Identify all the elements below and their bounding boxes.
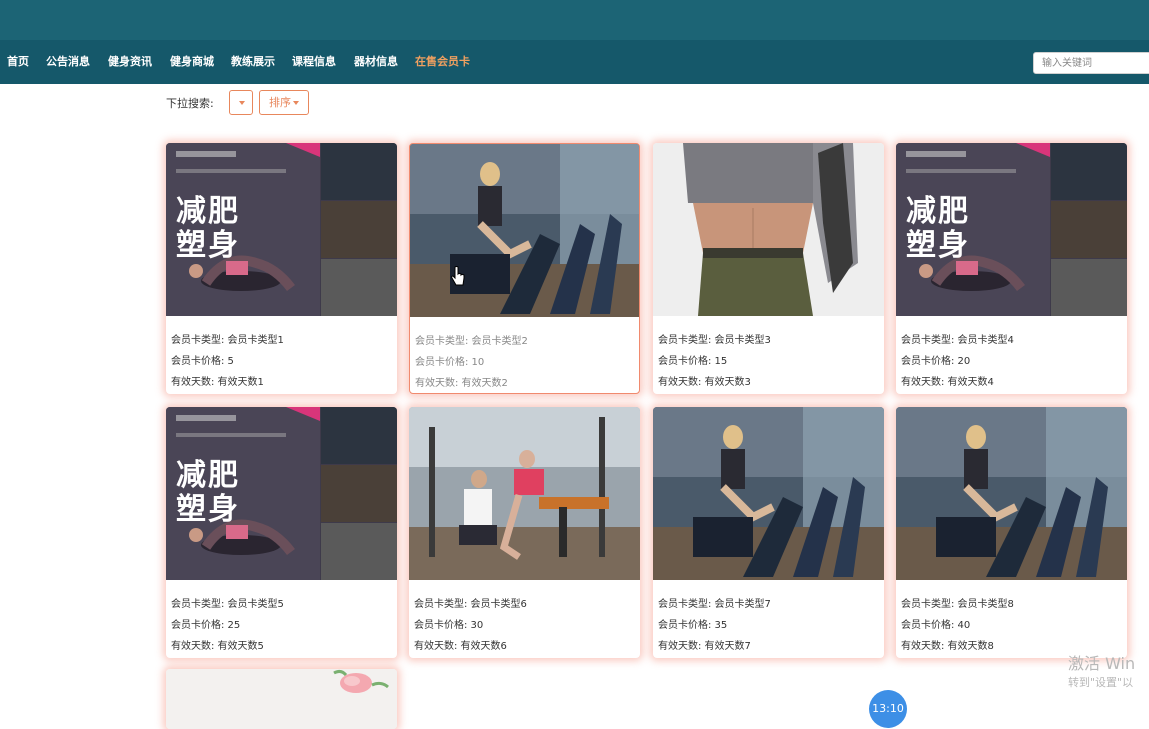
card-days-text: 有效天数: 有效天数6 (414, 641, 507, 652)
sort-label: 排序 (269, 96, 291, 109)
card-type-text: 会员卡类型: 会员卡类型3 (658, 335, 771, 346)
card-price-text: 会员卡价格: 40 (901, 620, 971, 631)
nav-item-fitness-mall[interactable]: 健身商城 (170, 40, 214, 84)
membership-card-6[interactable]: 会员卡类型: 会员卡类型6 会员卡价格: 30 有效天数: 有效天数6 (409, 407, 640, 658)
sort-button[interactable]: 排序 (259, 90, 309, 115)
card-price-text: 会员卡价格: 30 (414, 620, 484, 631)
card-image-gym-bike-woman (896, 407, 1127, 580)
poster-title: 减肥 塑身 (906, 194, 970, 263)
membership-card-2[interactable]: 会员卡类型: 会员卡类型2 会员卡价格: 10 有效天数: 有效天数2 (409, 143, 640, 394)
card-type-text: 会员卡类型: 会员卡类型6 (414, 599, 527, 610)
card-days-text: 有效天数: 有效天数5 (171, 641, 264, 652)
nav-item-home[interactable]: 首页 (7, 40, 29, 84)
card-image-gym-bike-woman (653, 407, 884, 580)
card-image-fitness-poster: 减肥 塑身 (166, 143, 397, 316)
card-type-text: 会员卡类型: 会员卡类型2 (415, 336, 528, 347)
activation-watermark: 激活 Win (1068, 654, 1136, 673)
filter-dropdown-button[interactable] (229, 90, 253, 115)
card-price-text: 会员卡价格: 20 (901, 356, 971, 367)
card-days-text: 有效天数: 有效天数8 (901, 641, 994, 652)
poster-title: 减肥 塑身 (176, 458, 240, 527)
nav-item-announcements[interactable]: 公告消息 (46, 40, 90, 84)
hand-cursor-icon (451, 266, 465, 286)
activation-watermark-hint: 转到"设置"以 (1068, 676, 1134, 689)
nav-item-fitness-news[interactable]: 健身资讯 (108, 40, 152, 84)
poster-title: 减肥 塑身 (176, 194, 240, 263)
membership-card-7[interactable]: 会员卡类型: 会员卡类型7 会员卡价格: 35 有效天数: 有效天数7 (653, 407, 884, 658)
card-type-text: 会员卡类型: 会员卡类型8 (901, 599, 1014, 610)
card-type-text: 会员卡类型: 会员卡类型4 (901, 335, 1014, 346)
card-days-text: 有效天数: 有效天数1 (171, 377, 264, 388)
card-image-flower (166, 669, 397, 729)
membership-card-5[interactable]: 减肥 塑身 会员卡类型: 会员卡类型5 会员卡价格: 25 有效天数: 有效天数5 (166, 407, 397, 658)
card-price-text: 会员卡价格: 25 (171, 620, 241, 631)
card-price-text: 会员卡价格: 15 (658, 356, 728, 367)
nav-item-courses[interactable]: 课程信息 (292, 40, 336, 84)
nav-item-coaches[interactable]: 教练展示 (231, 40, 275, 84)
membership-card-4[interactable]: 减肥 塑身 会员卡类型: 会员卡类型4 会员卡价格: 20 有效天数: 有效天数4 (896, 143, 1127, 394)
filter-label: 下拉搜索: (166, 97, 214, 110)
card-image-gym-trainer (409, 407, 640, 580)
card-days-text: 有效天数: 有效天数2 (415, 378, 508, 389)
nav-item-membership-cards[interactable]: 在售会员卡 (415, 40, 470, 84)
card-days-text: 有效天数: 有效天数7 (658, 641, 751, 652)
membership-card-1[interactable]: 减肥 塑身 会员卡类型: 会员卡类型1 会员卡价格: 5 有效天数: 有效天数1 (166, 143, 397, 394)
card-image-abs-woman (653, 143, 884, 316)
time-badge: 13:10 (869, 690, 907, 728)
card-image-fitness-poster: 减肥 塑身 (896, 143, 1127, 316)
card-type-text: 会员卡类型: 会员卡类型1 (171, 335, 284, 346)
card-price-text: 会员卡价格: 35 (658, 620, 728, 631)
top-banner (0, 0, 1149, 40)
card-days-text: 有效天数: 有效天数4 (901, 377, 994, 388)
card-price-text: 会员卡价格: 5 (171, 356, 234, 367)
membership-card-3[interactable]: 会员卡类型: 会员卡类型3 会员卡价格: 15 有效天数: 有效天数3 (653, 143, 884, 394)
card-days-text: 有效天数: 有效天数3 (658, 377, 751, 388)
search-input[interactable] (1033, 52, 1149, 74)
caret-down-icon (239, 101, 245, 105)
card-type-text: 会员卡类型: 会员卡类型7 (658, 599, 771, 610)
nav-item-equipment[interactable]: 器材信息 (354, 40, 398, 84)
membership-card-9[interactable] (166, 669, 397, 729)
card-price-text: 会员卡价格: 10 (415, 357, 485, 368)
membership-card-8[interactable]: 会员卡类型: 会员卡类型8 会员卡价格: 40 有效天数: 有效天数8 (896, 407, 1127, 658)
card-image-fitness-poster: 减肥 塑身 (166, 407, 397, 580)
main-navbar: 首页 公告消息 健身资讯 健身商城 教练展示 课程信息 器材信息 在售会员卡 (0, 40, 1149, 84)
card-type-text: 会员卡类型: 会员卡类型5 (171, 599, 284, 610)
card-image-gym-bike-woman (410, 144, 639, 317)
caret-down-icon (293, 101, 299, 105)
